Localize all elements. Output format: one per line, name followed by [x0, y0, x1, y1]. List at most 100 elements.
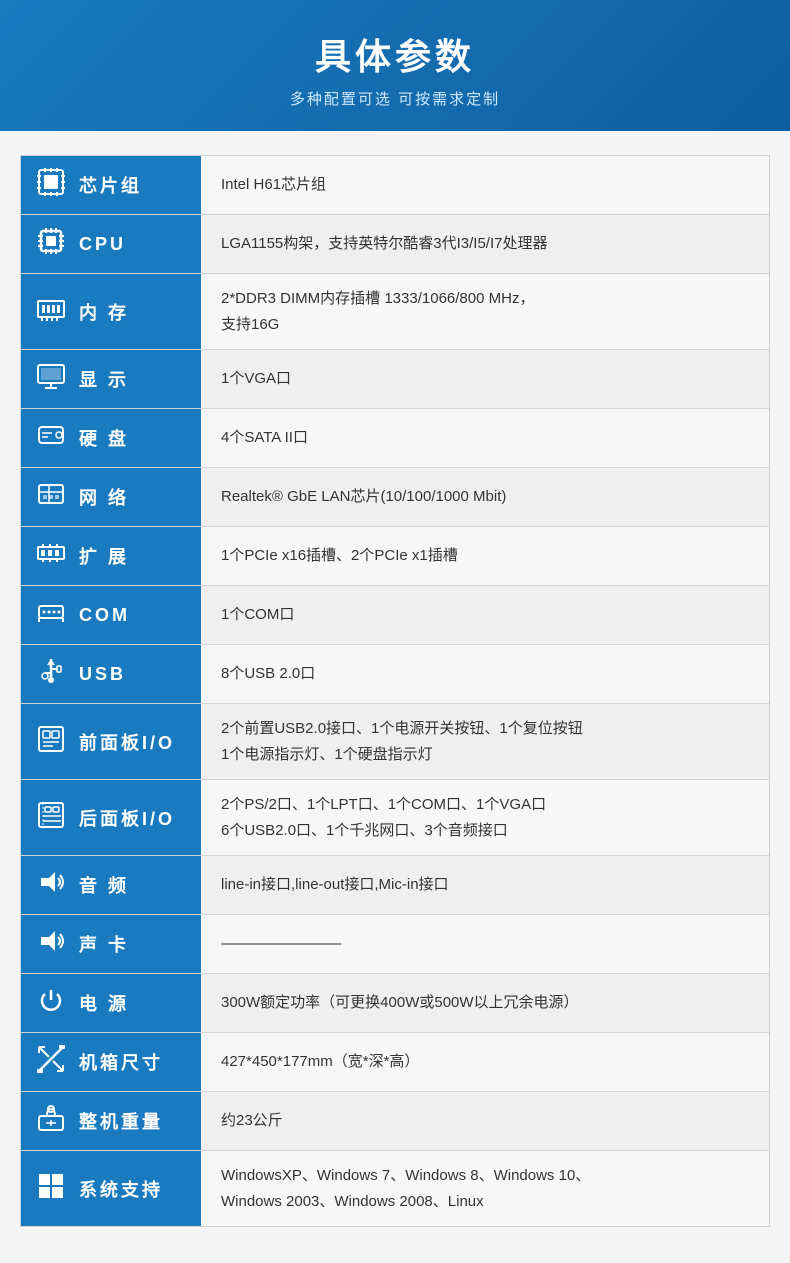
spec-value-front-io: 2个前置USB2.0接口、1个电源开关按钮、1个复位按钮1个电源指示灯、1个硬盘… — [201, 704, 769, 779]
audio-icon — [33, 866, 69, 904]
hdd-icon — [33, 419, 69, 457]
spec-value-soundcard: ———————— — [201, 915, 769, 973]
spec-row: 网 络 Realtek® GbE LAN芯片(10/100/1000 Mbit) — [21, 468, 769, 527]
spec-label-network: 网 络 — [21, 468, 201, 526]
spec-value-inner-weight: 约23公斤 — [221, 1108, 283, 1134]
spec-label-power: 电 源 — [21, 974, 201, 1032]
spec-label-memory: 内 存 — [21, 274, 201, 349]
expansion-icon — [33, 537, 69, 575]
spec-value-power: 300W额定功率（可更换400W或500W以上冗余电源） — [201, 974, 769, 1032]
weight-icon — [33, 1102, 69, 1140]
spec-value-audio: line-in接口,line-out接口,Mic-in接口 — [201, 856, 769, 914]
spec-label-weight: 整机重量 — [21, 1092, 201, 1150]
spec-label-text-expansion: 扩 展 — [79, 543, 129, 569]
spec-row: 机箱尺寸 427*450*177mm（宽*深*高） — [21, 1033, 769, 1092]
spec-value-com: 1个COM口 — [201, 586, 769, 644]
spec-row: COM 1个COM口 — [21, 586, 769, 645]
spec-value-inner-display: 1个VGA口 — [221, 366, 291, 392]
chassis-icon — [33, 1043, 69, 1081]
soundcard-icon — [33, 925, 69, 963]
spec-row: 显 示1个VGA口 — [21, 350, 769, 409]
spec-label-expansion: 扩 展 — [21, 527, 201, 585]
spec-label-rear-io: 后面板I/O — [21, 780, 201, 855]
usb-icon — [33, 655, 69, 693]
com-icon — [33, 596, 69, 634]
spec-label-chassis: 机箱尺寸 — [21, 1033, 201, 1091]
memory-icon — [33, 293, 69, 331]
spec-label-text-usb: USB — [79, 664, 126, 685]
network-icon — [33, 478, 69, 516]
spec-row: 前面板I/O 2个前置USB2.0接口、1个电源开关按钮、1个复位按钮1个电源指示… — [21, 704, 769, 780]
spec-value-hdd: 4个SATA II口 — [201, 409, 769, 467]
spec-value-inner-power: 300W额定功率（可更换400W或500W以上冗余电源） — [221, 990, 579, 1016]
front-io-icon — [33, 723, 69, 761]
spec-row: 电 源 300W额定功率（可更换400W或500W以上冗余电源） — [21, 974, 769, 1033]
spec-value-chipset: Intel H61芯片组 — [201, 156, 769, 214]
spec-value-inner-cpu: LGA1155构架，支持英特尔酷睿3代I3/I5/I7处理器 — [221, 231, 547, 257]
spec-value-weight: 约23公斤 — [201, 1092, 769, 1150]
spec-value-chassis: 427*450*177mm（宽*深*高） — [201, 1033, 769, 1091]
spec-value-usb: 8个USB 2.0口 — [201, 645, 769, 703]
spec-label-text-memory: 内 存 — [79, 299, 129, 325]
spec-row: 内 存 2*DDR3 DIMM内存插槽 1333/1066/800 MHz，支持1… — [21, 274, 769, 350]
spec-label-text-hdd: 硬 盘 — [79, 425, 129, 451]
spec-value-inner-expansion: 1个PCIe x16插槽、2个PCIe x1插槽 — [221, 543, 458, 569]
spec-label-hdd: 硬 盘 — [21, 409, 201, 467]
spec-value-inner-audio: line-in接口,line-out接口,Mic-in接口 — [221, 872, 449, 898]
spec-row: 芯片组 Intel H61芯片组 — [21, 156, 769, 215]
spec-value-rear-io: 2个PS/2口、1个LPT口、1个COM口、1个VGA口6个USB2.0口、1个… — [201, 780, 769, 855]
spec-label-audio: 音 频 — [21, 856, 201, 914]
page-header: 具体参数 多种配置可选 可按需求定制 — [0, 0, 790, 131]
spec-value-inner-network: Realtek® GbE LAN芯片(10/100/1000 Mbit) — [221, 484, 506, 510]
spec-value-cpu: LGA1155构架，支持英特尔酷睿3代I3/I5/I7处理器 — [201, 215, 769, 273]
spec-label-text-audio: 音 频 — [79, 872, 129, 898]
os-icon — [33, 1170, 69, 1208]
spec-row: CPU LGA1155构架，支持英特尔酷睿3代I3/I5/I7处理器 — [21, 215, 769, 274]
page-title: 具体参数 — [20, 28, 770, 80]
spec-value-inner-usb: 8个USB 2.0口 — [221, 661, 315, 687]
spec-row: 音 频 line-in接口,line-out接口,Mic-in接口 — [21, 856, 769, 915]
spec-value-memory: 2*DDR3 DIMM内存插槽 1333/1066/800 MHz，支持16G — [201, 274, 769, 349]
spec-row: 声 卡 ———————— — [21, 915, 769, 974]
spec-row: 整机重量约23公斤 — [21, 1092, 769, 1151]
spec-label-text-soundcard: 声 卡 — [79, 931, 129, 957]
spec-label-text-os: 系统支持 — [79, 1176, 163, 1202]
spec-value-inner-chassis: 427*450*177mm（宽*深*高） — [221, 1049, 419, 1075]
spec-row: USB 8个USB 2.0口 — [21, 645, 769, 704]
spec-label-front-io: 前面板I/O — [21, 704, 201, 779]
spec-value-inner-os: WindowsXP、Windows 7、Windows 8、Windows 10… — [221, 1163, 590, 1214]
spec-label-text-cpu: CPU — [79, 234, 126, 255]
spec-value-inner-memory: 2*DDR3 DIMM内存插槽 1333/1066/800 MHz，支持16G — [221, 286, 534, 337]
spec-value-inner-com: 1个COM口 — [221, 602, 294, 628]
spec-row: 硬 盘 4个SATA II口 — [21, 409, 769, 468]
spec-label-com: COM — [21, 586, 201, 644]
display-icon — [33, 360, 69, 398]
spec-value-inner-chipset: Intel H61芯片组 — [221, 172, 326, 198]
spec-value-inner-soundcard: ———————— — [221, 931, 341, 957]
spec-row: 扩 展 1个PCIe x16插槽、2个PCIe x1插槽 — [21, 527, 769, 586]
spec-value-display: 1个VGA口 — [201, 350, 769, 408]
spec-label-text-rear-io: 后面板I/O — [79, 805, 175, 831]
spec-label-text-chipset: 芯片组 — [79, 172, 142, 198]
chipset-icon — [33, 166, 69, 204]
spec-value-os: WindowsXP、Windows 7、Windows 8、Windows 10… — [201, 1151, 769, 1226]
spec-label-text-com: COM — [79, 605, 130, 626]
spec-label-text-front-io: 前面板I/O — [79, 729, 175, 755]
spec-label-text-power: 电 源 — [79, 990, 129, 1016]
spec-label-soundcard: 声 卡 — [21, 915, 201, 973]
spec-label-text-network: 网 络 — [79, 484, 129, 510]
cpu-icon — [33, 225, 69, 263]
spec-label-os: 系统支持 — [21, 1151, 201, 1226]
spec-value-inner-front-io: 2个前置USB2.0接口、1个电源开关按钮、1个复位按钮1个电源指示灯、1个硬盘… — [221, 716, 583, 767]
spec-value-network: Realtek® GbE LAN芯片(10/100/1000 Mbit) — [201, 468, 769, 526]
spec-row: 后面板I/O 2个PS/2口、1个LPT口、1个COM口、1个VGA口6个USB2… — [21, 780, 769, 856]
spec-value-inner-rear-io: 2个PS/2口、1个LPT口、1个COM口、1个VGA口6个USB2.0口、1个… — [221, 792, 546, 843]
power-icon — [33, 984, 69, 1022]
spec-row: 系统支持 WindowsXP、Windows 7、Windows 8、Window… — [21, 1151, 769, 1226]
spec-value-expansion: 1个PCIe x16插槽、2个PCIe x1插槽 — [201, 527, 769, 585]
spec-value-inner-hdd: 4个SATA II口 — [221, 425, 308, 451]
spec-label-text-chassis: 机箱尺寸 — [79, 1049, 163, 1075]
rear-io-icon — [33, 799, 69, 837]
page-subtitle: 多种配置可选 可按需求定制 — [20, 88, 770, 109]
spec-table: 芯片组 Intel H61芯片组 CPU LGA1155构架，支持英特尔酷睿3代I3/… — [20, 155, 770, 1227]
